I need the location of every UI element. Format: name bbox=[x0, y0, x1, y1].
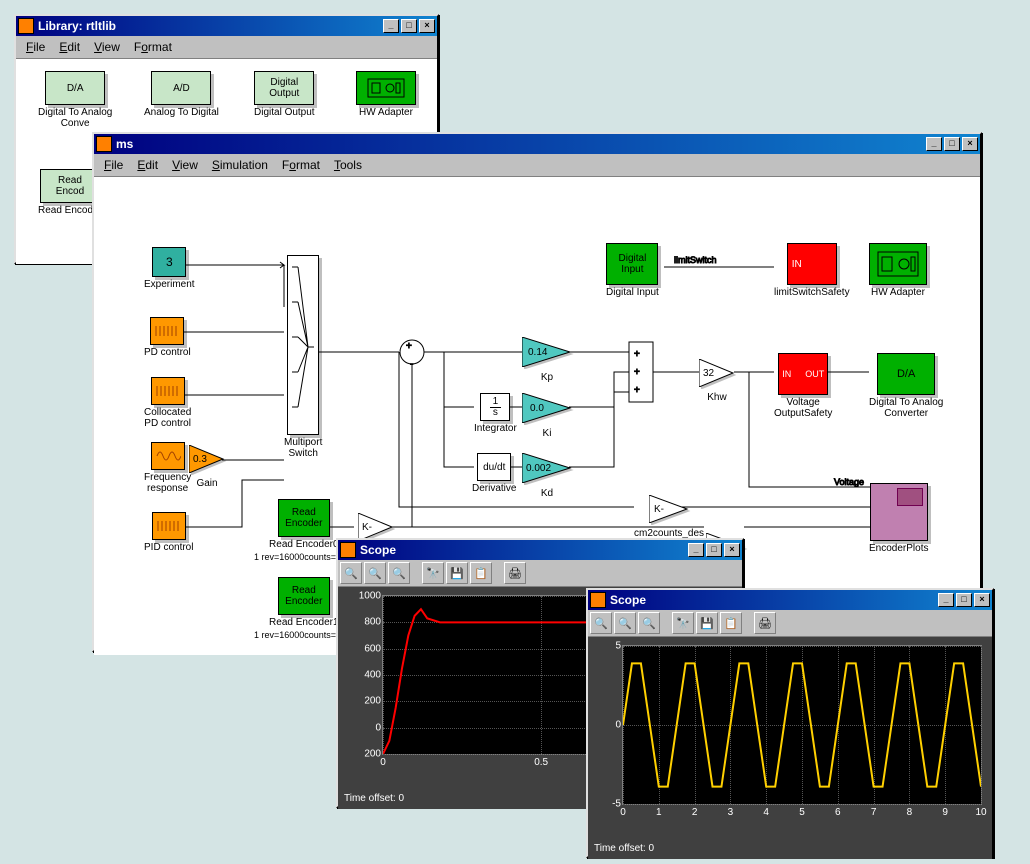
maximize-button[interactable]: □ bbox=[401, 19, 417, 33]
minimize-button[interactable]: _ bbox=[688, 543, 704, 557]
kp-gain[interactable]: 0.14 Kp bbox=[522, 337, 572, 383]
scope2-titlebar[interactable]: Scope _ □ × bbox=[588, 590, 992, 610]
autoscale-icon[interactable]: 🔭 bbox=[672, 612, 694, 634]
zoom-x-icon[interactable]: 🔍 bbox=[614, 612, 636, 634]
zoom-x-icon[interactable]: 🔍 bbox=[364, 562, 386, 584]
lib-block-hw[interactable]: HW Adapter bbox=[356, 71, 416, 118]
integrator[interactable]: 1s Integrator bbox=[474, 393, 517, 434]
gain-fr[interactable]: 0.3 Gain bbox=[189, 445, 225, 489]
scope2-plot: 50-5012345678910 bbox=[588, 637, 992, 839]
svg-text:K-: K- bbox=[654, 504, 664, 515]
hw-adapter-icon bbox=[876, 250, 920, 278]
hw-adapter[interactable]: HW Adapter bbox=[869, 243, 927, 298]
close-button[interactable]: × bbox=[974, 593, 990, 607]
coll-pd-src[interactable]: Collocated PD control bbox=[144, 377, 191, 429]
scope2-toolbar: 🔍 🔍 🔍 🔭 💾 📋 🖨 bbox=[588, 610, 992, 637]
menu-format[interactable]: Format bbox=[128, 38, 178, 56]
ki-gain[interactable]: 0.0 Ki bbox=[522, 393, 572, 439]
minimize-button[interactable]: _ bbox=[938, 593, 954, 607]
maximize-button[interactable]: □ bbox=[956, 593, 972, 607]
svg-text:0.002: 0.002 bbox=[526, 463, 551, 474]
svg-text:32: 32 bbox=[703, 368, 715, 379]
autoscale-icon[interactable]: 🔭 bbox=[422, 562, 444, 584]
library-titlebar[interactable]: Library: rtltlib _ □ × bbox=[16, 16, 437, 36]
menu-view[interactable]: View bbox=[88, 38, 126, 56]
menu-file[interactable]: File bbox=[98, 156, 129, 174]
library-title: Library: rtltlib bbox=[38, 19, 383, 33]
svg-text:Voltage: Voltage bbox=[834, 477, 864, 487]
wire-label: limitSwitch bbox=[674, 255, 717, 265]
encoder-plots[interactable]: EncoderPlots bbox=[869, 483, 928, 554]
zoom-in-icon[interactable]: 🔍 bbox=[590, 612, 612, 634]
multiport-switch[interactable]: Multiport Switch bbox=[284, 255, 322, 459]
svg-text:+: + bbox=[634, 367, 640, 378]
model-menubar: File Edit View Simulation Format Tools bbox=[94, 154, 980, 177]
maximize-button[interactable]: □ bbox=[706, 543, 722, 557]
scope1-title: Scope bbox=[360, 543, 688, 557]
scope2-window: Scope _ □ × 🔍 🔍 🔍 🔭 💾 📋 🖨 50-50123456789… bbox=[586, 588, 994, 858]
cm2counts-des[interactable]: K- cm2counts_des bbox=[634, 495, 704, 539]
derivative[interactable]: du/dt Derivative bbox=[472, 453, 516, 494]
print-icon[interactable]: 🖨 bbox=[504, 562, 526, 584]
menu-format[interactable]: Format bbox=[276, 156, 326, 174]
menu-file[interactable]: File bbox=[20, 38, 51, 56]
pid-src[interactable]: PID control bbox=[144, 512, 193, 553]
print-icon[interactable]: 🖨 bbox=[754, 612, 776, 634]
limit-switch-safety[interactable]: IN limitSwitchSafety bbox=[774, 243, 850, 298]
library-menubar: File Edit View Format bbox=[16, 36, 437, 59]
lib-block-da[interactable]: D/A Digital To Analog Conve bbox=[38, 71, 112, 129]
params-icon[interactable]: 📋 bbox=[720, 612, 742, 634]
experiment-const[interactable]: 3 Experiment bbox=[144, 247, 195, 290]
svg-text:0.3: 0.3 bbox=[193, 454, 207, 465]
svg-text:+: + bbox=[634, 349, 640, 360]
close-button[interactable]: × bbox=[724, 543, 740, 557]
app-icon bbox=[96, 136, 112, 152]
lib-block-digout[interactable]: Digital Output Digital Output bbox=[254, 71, 315, 118]
minimize-button[interactable]: _ bbox=[383, 19, 399, 33]
scope-icon bbox=[340, 542, 356, 558]
svg-text:+: + bbox=[406, 341, 412, 352]
zoom-in-icon[interactable]: 🔍 bbox=[340, 562, 362, 584]
menu-view[interactable]: View bbox=[166, 156, 204, 174]
voltage-output-safety[interactable]: INOUT Voltage OutputSafety bbox=[774, 353, 832, 419]
svg-text:0.0: 0.0 bbox=[530, 403, 544, 414]
pd-control-src[interactable]: PD control bbox=[144, 317, 191, 358]
zoom-y-icon[interactable]: 🔍 bbox=[388, 562, 410, 584]
da-converter[interactable]: D/A Digital To Analog Converter bbox=[869, 353, 943, 419]
menu-tools[interactable]: Tools bbox=[328, 156, 368, 174]
scope1-titlebar[interactable]: Scope _ □ × bbox=[338, 540, 742, 560]
digital-input[interactable]: Digital Input Digital Input bbox=[606, 243, 659, 298]
kd-gain[interactable]: 0.002 Kd bbox=[522, 453, 572, 499]
hw-adapter-icon bbox=[366, 77, 406, 99]
minimize-button[interactable]: _ bbox=[926, 137, 942, 151]
svg-text:-: - bbox=[410, 359, 413, 370]
khw-gain[interactable]: 32 Khw bbox=[699, 359, 735, 403]
scope1-toolbar: 🔍 🔍 🔍 🔭 💾 📋 🖨 bbox=[338, 560, 742, 587]
close-button[interactable]: × bbox=[962, 137, 978, 151]
close-button[interactable]: × bbox=[419, 19, 435, 33]
lib-block-ad[interactable]: A/D Analog To Digital bbox=[144, 71, 219, 118]
app-icon bbox=[18, 18, 34, 34]
maximize-button[interactable]: □ bbox=[944, 137, 960, 151]
svg-text:K-: K- bbox=[362, 522, 372, 533]
svg-text:0.14: 0.14 bbox=[528, 347, 548, 358]
scope2-title: Scope bbox=[610, 593, 938, 607]
model-title: ms bbox=[116, 137, 926, 151]
menu-edit[interactable]: Edit bbox=[131, 156, 164, 174]
menu-edit[interactable]: Edit bbox=[53, 38, 86, 56]
model-titlebar[interactable]: ms _ □ × bbox=[94, 134, 980, 154]
scope-icon bbox=[590, 592, 606, 608]
save-icon[interactable]: 💾 bbox=[446, 562, 468, 584]
scope2-status: Time offset: 0 bbox=[588, 839, 992, 859]
params-icon[interactable]: 📋 bbox=[470, 562, 492, 584]
svg-text:+: + bbox=[634, 385, 640, 396]
zoom-y-icon[interactable]: 🔍 bbox=[638, 612, 660, 634]
freq-resp-src[interactable]: Frequency response bbox=[144, 442, 191, 494]
menu-simulation[interactable]: Simulation bbox=[206, 156, 274, 174]
save-icon[interactable]: 💾 bbox=[696, 612, 718, 634]
